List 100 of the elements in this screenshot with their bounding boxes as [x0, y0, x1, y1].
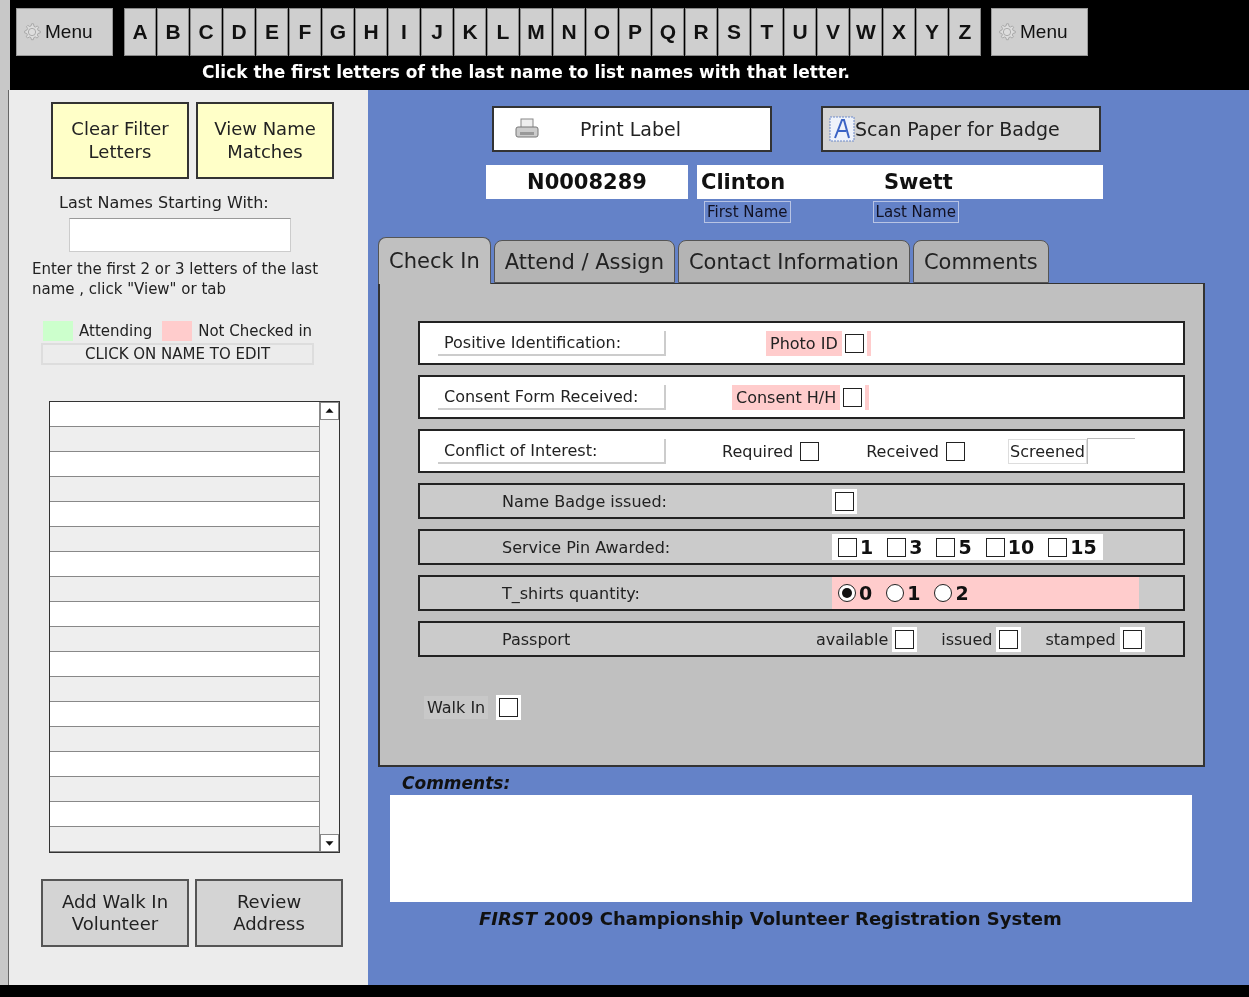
- tab[interactable]: Attend / Assign: [493, 240, 675, 283]
- first-name-field[interactable]: Clinton: [697, 165, 880, 199]
- input-field[interactable]: [1087, 438, 1136, 464]
- menu-button[interactable]: Menu: [16, 8, 113, 56]
- checkbox-label: 10: [1007, 536, 1035, 558]
- letter-button[interactable]: V: [817, 8, 849, 56]
- letter-button[interactable]: O: [586, 8, 618, 56]
- checkbox[interactable]: [838, 537, 857, 557]
- radio-label: 2: [955, 582, 969, 604]
- letter-button[interactable]: Q: [652, 8, 684, 56]
- checkbox-label: Photo ID: [769, 332, 839, 355]
- search-field[interactable]: [69, 218, 291, 252]
- checkbox[interactable]: [1122, 629, 1142, 649]
- gear-icon: [996, 21, 1018, 43]
- letter-button[interactable]: K: [454, 8, 486, 56]
- letter-button[interactable]: L: [487, 8, 519, 56]
- filter-button[interactable]: View Name Matches: [196, 102, 334, 179]
- legend-label: Attending: [79, 322, 153, 340]
- list-row[interactable]: [50, 677, 319, 702]
- field-label: Conflict of Interest:: [438, 438, 666, 464]
- letter-button[interactable]: X: [883, 8, 915, 56]
- radio-button[interactable]: [838, 584, 856, 602]
- checkbox[interactable]: [946, 441, 965, 461]
- letter-button[interactable]: B: [157, 8, 189, 56]
- tab[interactable]: Check In: [378, 237, 491, 284]
- field-label: Positive Identification:: [438, 330, 666, 356]
- letter-button[interactable]: S: [718, 8, 750, 56]
- checkbox[interactable]: [843, 387, 863, 407]
- scan-button[interactable]: Scan Paper for Badge: [821, 106, 1101, 152]
- comments-label: Comments:: [402, 773, 512, 793]
- field-label: Service Pin Awarded:: [502, 537, 672, 557]
- letter-button[interactable]: C: [190, 8, 222, 56]
- radio-button[interactable]: [886, 584, 905, 602]
- tab[interactable]: Comments: [912, 240, 1049, 283]
- comments-field[interactable]: [390, 795, 1192, 902]
- list-row[interactable]: [50, 777, 319, 802]
- checkbox-label: 5: [958, 536, 972, 558]
- checkbox-label: issued: [940, 628, 994, 651]
- menu-button[interactable]: Menu: [991, 8, 1088, 56]
- letter-button[interactable]: I: [388, 8, 420, 56]
- scrollbar[interactable]: [319, 402, 339, 852]
- letter-button[interactable]: W: [850, 8, 882, 56]
- checkbox-label: Received: [865, 440, 940, 463]
- checkbox-label: Consent H/H: [735, 386, 838, 409]
- checkbox[interactable]: [887, 537, 907, 557]
- letter-button[interactable]: P: [619, 8, 651, 56]
- letter-button[interactable]: U: [784, 8, 816, 56]
- field-label: Consent Form Received:: [438, 384, 666, 410]
- checkbox-label: available: [815, 628, 890, 651]
- checkbox[interactable]: [1048, 537, 1068, 557]
- letter-button[interactable]: D: [223, 8, 255, 56]
- checkbox[interactable]: [844, 333, 864, 353]
- letter-button[interactable]: G: [322, 8, 354, 56]
- field-label: T_shirts quantity:: [502, 583, 641, 603]
- letter-button[interactable]: A: [124, 8, 156, 56]
- letter-button[interactable]: R: [685, 8, 717, 56]
- footer-text: FIRST 2009 Championship Volunteer Registration System: [479, 908, 1063, 929]
- letter-button[interactable]: N: [553, 8, 585, 56]
- print-button[interactable]: Print Label: [492, 106, 772, 152]
- list-row[interactable]: [50, 577, 319, 602]
- list-row[interactable]: [50, 627, 319, 652]
- checkbox-label: 3: [909, 536, 923, 558]
- checkbox[interactable]: [499, 698, 519, 717]
- field-label: Last Name: [872, 201, 959, 223]
- checkbox[interactable]: [936, 537, 956, 557]
- field-label: First Name: [704, 201, 791, 223]
- list-row[interactable]: [50, 427, 319, 452]
- list-row[interactable]: [50, 727, 319, 752]
- letter-button[interactable]: J: [421, 8, 453, 56]
- letter-button[interactable]: M: [520, 8, 552, 56]
- instruction-text: Click the first letters of the last name to list names with that letter.: [202, 62, 852, 82]
- gear-icon: [21, 21, 43, 43]
- radio-label: 1: [907, 582, 921, 604]
- letter-button[interactable]: E: [256, 8, 288, 56]
- checkbox[interactable]: [999, 629, 1019, 649]
- checkbox[interactable]: [985, 537, 1005, 557]
- last-name-field[interactable]: Swett: [880, 165, 1103, 199]
- letter-button[interactable]: F: [289, 8, 321, 56]
- checkbox-label: Walk In: [424, 696, 489, 719]
- letter-button[interactable]: Y: [916, 8, 948, 56]
- legend-label: Not Checked in: [198, 322, 313, 340]
- instruction-text: Enter the first 2 or 3 letters of the last name , click "View" or tab: [32, 260, 320, 299]
- letter-button[interactable]: T: [751, 8, 783, 56]
- letter-icon: [829, 116, 855, 142]
- checkbox[interactable]: [895, 629, 915, 649]
- action-button[interactable]: Review Address: [195, 879, 343, 947]
- action-button[interactable]: Add Walk In Volunteer: [41, 879, 189, 947]
- radio-button[interactable]: [934, 584, 953, 602]
- scroll-down-icon[interactable]: [320, 834, 339, 852]
- tab[interactable]: Contact Information: [677, 240, 910, 283]
- list-row[interactable]: [50, 477, 319, 502]
- letter-button[interactable]: Z: [949, 8, 981, 56]
- checkbox[interactable]: [800, 441, 820, 461]
- scroll-up-icon[interactable]: [320, 402, 339, 420]
- letter-button[interactable]: H: [355, 8, 387, 56]
- radio-label: 0: [859, 582, 873, 604]
- list-row[interactable]: [50, 527, 319, 552]
- checkbox-label: stamped: [1044, 628, 1117, 651]
- checkbox[interactable]: [835, 491, 854, 511]
- filter-button[interactable]: Clear Filter Letters: [51, 102, 189, 179]
